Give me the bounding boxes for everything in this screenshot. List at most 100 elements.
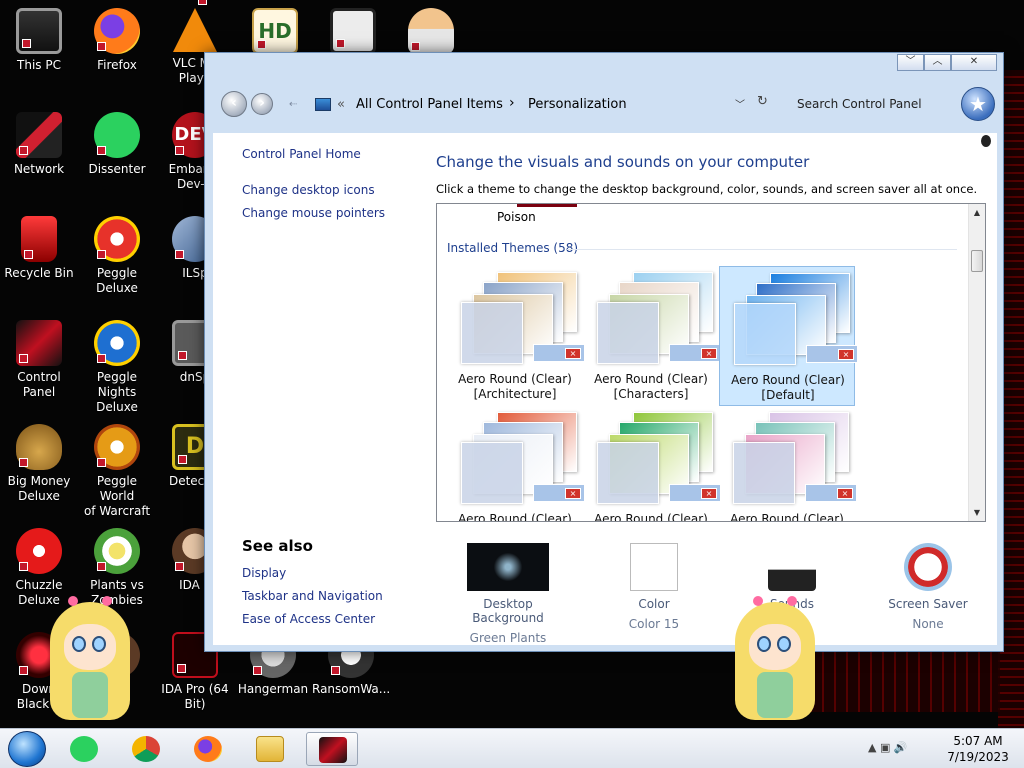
breadcrumb-overflow[interactable]: «	[337, 97, 345, 112]
desktop-icon[interactable]: Peggle World of Warcraft ...	[78, 424, 156, 534]
desktop-icon[interactable]: Dissenter	[78, 112, 156, 177]
desktop-icon[interactable]: Big Money Deluxe	[0, 424, 78, 504]
component-screen-saver[interactable]: Screen Saver None	[868, 543, 988, 631]
ease-of-access-link[interactable]: Ease of Access Center	[242, 612, 375, 626]
breadcrumb-separator[interactable]: ›	[509, 95, 515, 111]
start-button[interactable]	[8, 731, 46, 767]
vlc-icon	[173, 0, 217, 52]
desktop-icon[interactable]: Network	[0, 112, 78, 177]
peggle-wow-icon	[94, 424, 140, 470]
maximize-button[interactable]: ︿	[924, 54, 951, 71]
scroll-up-icon[interactable]: ▲	[969, 204, 985, 221]
desktop-icon[interactable]: Chuzzle Deluxe	[0, 528, 78, 608]
breadcrumb[interactable]: « All Control Panel Items › Personalizat…	[309, 91, 745, 119]
desktop-icon-label: Recycle Bin	[4, 266, 74, 280]
change-desktop-icons-link[interactable]: Change desktop icons	[242, 183, 375, 197]
desktop-icon[interactable]: Recycle Bin	[0, 216, 78, 281]
star-character-sticker	[735, 596, 815, 732]
desktop-icon[interactable]: Firefox	[78, 8, 156, 73]
desktop-icon-label: Big Money Deluxe	[7, 474, 71, 503]
main-pane: Change the visuals and sounds on your co…	[428, 133, 997, 645]
desktop-icon[interactable]: Plants vs Zombies	[78, 528, 156, 608]
recycle-bin-icon	[21, 216, 57, 262]
theme-name-poison[interactable]: Poison	[497, 210, 536, 224]
component-value: None	[912, 617, 944, 631]
desktop-icon-label: Peggle Nights Deluxe	[96, 370, 138, 414]
component-label[interactable]: Screen Saver	[868, 597, 988, 611]
display-link[interactable]: Display	[242, 566, 286, 580]
desktop-icon[interactable]: Peggle Nights Deluxe	[78, 320, 156, 415]
desktop-icon[interactable]	[392, 8, 470, 58]
firefox-icon	[94, 8, 140, 54]
change-mouse-pointers-link[interactable]: Change mouse pointers	[242, 206, 385, 220]
star-character-sticker	[50, 596, 130, 732]
breadcrumb-all-items[interactable]: All Control Panel Items	[356, 97, 503, 112]
help-icon[interactable]: ★	[961, 87, 995, 121]
theme-name: Aero Round (Clear) [Architecture]	[458, 372, 572, 401]
wallpaper-thumbnail	[467, 543, 549, 591]
close-icon: ×	[838, 349, 854, 360]
close-button[interactable]: ✕	[951, 54, 997, 71]
folder-icon	[256, 736, 284, 762]
page-subtitle: Click a theme to change the desktop back…	[436, 182, 978, 196]
taskbar-dissenter[interactable]	[58, 732, 110, 766]
user-avatar-icon	[981, 135, 991, 147]
theme-tile[interactable]: × Aero Round (Clear) [Characters]	[583, 266, 721, 406]
address-dropdown-icon[interactable]: ﹀	[735, 96, 745, 111]
system-tray-icons[interactable]: ▲ ▣ 🔊	[868, 741, 908, 754]
theme-tile[interactable]: × Aero Round (Clear)	[719, 406, 857, 521]
back-button[interactable]: ‹	[221, 91, 247, 117]
taskbar-control-panel[interactable]	[306, 732, 358, 766]
desktop-icon[interactable]: HD	[236, 8, 314, 58]
component-desktop-background[interactable]: Desktop Background Green Plants	[448, 543, 568, 645]
control-panel-icon	[16, 320, 62, 366]
desktop-icon[interactable]: Peggle Deluxe	[78, 216, 156, 296]
desktop-icon[interactable]: This PC	[0, 8, 78, 73]
search-input[interactable]: Search Control Panel	[789, 91, 959, 119]
theme-name: Aero Round (Clear) [Default]	[731, 373, 845, 402]
desktop-icon[interactable]	[314, 8, 392, 58]
maze-icon	[330, 8, 376, 54]
taskbar-firefox[interactable]	[182, 732, 234, 766]
wallpaper-decoration-bar	[800, 650, 1000, 712]
control-panel-icon	[319, 737, 347, 763]
theme-name: Aero Round (Clear)	[594, 512, 708, 522]
close-icon: ×	[565, 348, 581, 359]
close-icon: ×	[701, 348, 717, 359]
scroll-down-icon[interactable]: ▼	[969, 504, 985, 521]
money-bag-icon	[16, 424, 62, 470]
theme-gallery[interactable]: Poison Installed Themes (58) × Aero Round…	[436, 203, 986, 522]
theme-preview: ×	[597, 272, 721, 364]
theme-preview: ×	[597, 412, 721, 504]
desktop-icon[interactable]: Control Panel	[0, 320, 78, 400]
clock[interactable]: 5:07 AM 7/19/2023	[944, 733, 1012, 765]
peggle-icon	[94, 216, 140, 262]
scroll-thumb[interactable]	[971, 250, 983, 272]
taskbar-chrome[interactable]	[120, 732, 172, 766]
theme-tile[interactable]: × Aero Round (Clear)	[583, 406, 721, 522]
recent-pages-arrow-icon[interactable]: ⇠	[289, 99, 297, 110]
dissenter-icon	[94, 112, 140, 158]
desktop-icon-label: Hangerman	[237, 682, 309, 696]
component-label[interactable]: Desktop Background	[448, 597, 568, 625]
see-also-heading: See also	[242, 537, 313, 555]
task-pane: Control Panel Home Change desktop icons …	[213, 133, 428, 645]
chrome-icon	[132, 736, 160, 762]
taskbar-navigation-link[interactable]: Taskbar and Navigation	[242, 589, 383, 603]
theme-preview: ×	[461, 412, 585, 504]
theme-tile[interactable]: × Aero Round (Clear) [Default]	[719, 266, 858, 406]
breadcrumb-personalization[interactable]: Personalization	[528, 97, 627, 112]
gallery-scrollbar[interactable]: ▲ ▼	[968, 204, 985, 521]
chuzzle-icon	[16, 528, 62, 574]
taskbar-file-explorer[interactable]	[244, 732, 296, 766]
firefox-icon	[194, 736, 222, 762]
forward-button[interactable]: ›	[251, 93, 273, 115]
control-panel-home-link[interactable]: Control Panel Home	[242, 147, 361, 161]
theme-tile[interactable]: × Aero Round (Clear)	[447, 406, 585, 521]
component-label[interactable]: Color	[594, 597, 714, 611]
theme-tile[interactable]: × Aero Round (Clear) [Architecture]	[447, 266, 585, 406]
component-color[interactable]: Color Color 15	[594, 543, 714, 631]
minimize-button[interactable]: ﹀	[897, 54, 924, 71]
theme-preview: ×	[733, 412, 857, 504]
refresh-icon[interactable]: ↻	[757, 94, 768, 109]
